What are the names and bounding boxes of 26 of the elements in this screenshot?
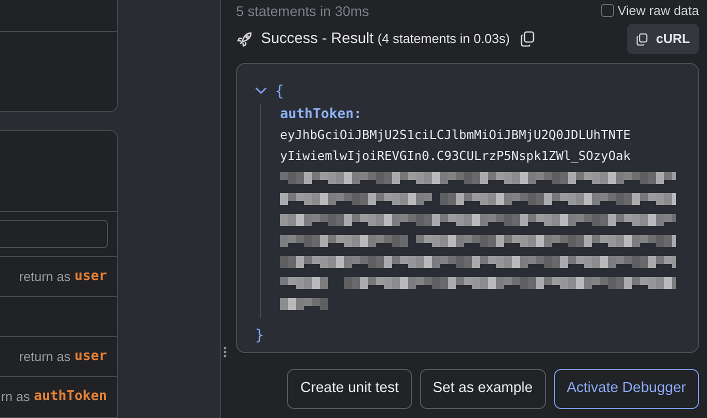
copy-icon xyxy=(636,32,648,46)
copy-icon[interactable] xyxy=(520,31,535,47)
input-field[interactable] xyxy=(0,220,108,248)
return-label: return as xyxy=(19,348,70,366)
result-title: Success - Result xyxy=(261,28,374,49)
return-label: rn as xyxy=(0,388,30,406)
open-brace: { xyxy=(275,80,284,102)
action-button[interactable]: Set as example xyxy=(420,369,546,409)
chevron-down-icon[interactable] xyxy=(255,87,267,95)
action-button[interactable]: Create unit test xyxy=(287,369,412,409)
curl-button[interactable]: cURL xyxy=(627,24,699,54)
json-value-line: yIiwiemlwIjoiREVGIn0.C93CULrzP5Nspk1ZWl_SOzyOak xyxy=(280,147,632,165)
variable-name: user xyxy=(74,347,107,366)
result-detail: (4 statements in 0.03s) xyxy=(378,30,510,48)
json-key: authToken: xyxy=(280,104,698,124)
variable-name: user xyxy=(74,267,107,286)
rocket-icon xyxy=(236,30,253,48)
return-label: return as xyxy=(19,268,70,286)
json-value-line: eyJhbGciOiJBMjU2S1ciLCJlbmMiOiJBMjU2Q0JDLUhTNTE xyxy=(280,126,632,144)
checkbox[interactable] xyxy=(600,4,614,18)
action-button[interactable]: Activate Debugger xyxy=(554,369,699,409)
variable-name: authToken xyxy=(34,387,107,406)
resize-handle[interactable] xyxy=(223,346,227,358)
close-brace: } xyxy=(255,325,264,346)
run-summary: 5 statements in 30ms xyxy=(236,2,370,21)
checkbox-label: View raw data xyxy=(618,2,699,20)
